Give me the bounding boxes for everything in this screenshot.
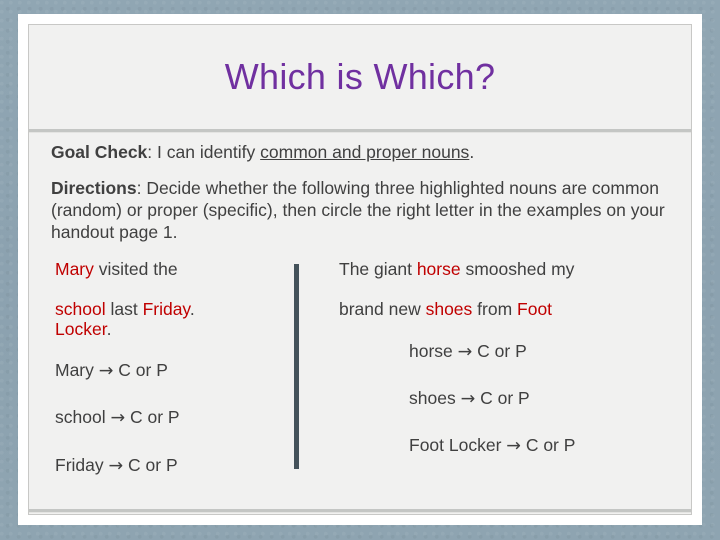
slide-background-mat: Which is Which? Goal Check: I can identi…: [0, 0, 720, 540]
highlighted-noun: horse: [416, 259, 461, 280]
sentence-text: .: [106, 318, 112, 339]
highlighted-noun: shoes: [425, 299, 473, 319]
page-title: Which is Which?: [224, 56, 496, 97]
answer-line: Mary → C or P: [55, 361, 287, 381]
answer-choices: C or P: [520, 435, 576, 456]
right-arrow-icon: →: [460, 388, 476, 409]
answer-choices: C or P: [475, 387, 530, 408]
answer-choices: C or P: [472, 340, 527, 361]
left-answer-list: Mary → C or Pschool → C or P Friday → C o…: [55, 361, 287, 476]
goal-check-underlined-term: common and proper nouns: [260, 142, 470, 162]
highlighted-noun: Mary: [55, 259, 94, 280]
answer-line: shoes → C or P: [339, 387, 711, 409]
answer-line: Friday → C or P: [55, 454, 287, 476]
answer-noun: horse: [409, 340, 458, 361]
answer-noun: Friday: [55, 454, 109, 475]
right-answer-list: horse → C or Pshoes → C or P Foot Locker …: [339, 340, 711, 457]
slide-content: Goal Check: I can identify common and pr…: [51, 141, 673, 475]
sentence-text: brand new: [339, 299, 426, 319]
slide-canvas: Which is Which? Goal Check: I can identi…: [29, 25, 691, 514]
example-column-left: Mary visited the school last Friday. Lock…: [55, 260, 287, 476]
answer-choices: C or P: [113, 360, 168, 381]
right-arrow-icon: →: [98, 361, 114, 382]
right-sentence-line-1: The giant horse smooshed my: [339, 260, 711, 280]
answer-noun: Foot Locker: [409, 435, 507, 456]
right-arrow-icon: →: [457, 341, 473, 362]
goal-check-paragraph: Goal Check: I can identify common and pr…: [51, 141, 673, 164]
title-zone: Which is Which?: [29, 25, 691, 129]
left-sentence-line-1: Mary visited the: [55, 260, 287, 280]
left-sentence-line-2: school last Friday.: [55, 299, 195, 319]
slide-keyline-border: Which is Which? Goal Check: I can identi…: [28, 24, 692, 515]
goal-check-end: .: [469, 142, 475, 162]
answer-choices: C or P: [123, 454, 178, 475]
right-arrow-icon: →: [506, 436, 521, 457]
directions-label: Directions: [51, 177, 137, 198]
sentence-text: last: [105, 299, 143, 319]
answer-noun: school: [55, 407, 111, 428]
goal-check-lead: I can identify: [157, 142, 261, 162]
directions-colon: :: [136, 177, 147, 198]
answer-noun: shoes: [409, 387, 461, 408]
answer-noun: Mary: [55, 360, 99, 381]
answer-line: school → C or P: [55, 408, 287, 428]
sentence-text: visited the: [93, 259, 178, 280]
left-sentence-line-3: Locker.: [55, 319, 111, 339]
right-sentence-line-2: brand new shoes from Foot: [339, 299, 711, 320]
right-arrow-icon: →: [108, 455, 124, 476]
sentence-text: from: [472, 299, 518, 319]
goal-check-label: Goal Check: [51, 142, 148, 162]
answer-choices: C or P: [125, 407, 180, 428]
sentence-text: smooshed my: [460, 259, 575, 280]
sentence-text: .: [189, 299, 195, 319]
answer-line: Foot Locker → C or P: [339, 435, 711, 457]
highlighted-noun: school: [55, 299, 106, 319]
sentence-text: The giant: [339, 259, 417, 280]
left-sentence-line-2-3: school last Friday. Locker.: [55, 299, 287, 339]
footer-divider-rule: [29, 509, 691, 513]
slide-white-frame: Which is Which? Goal Check: I can identi…: [18, 14, 702, 525]
highlighted-noun: Friday: [142, 299, 190, 319]
goal-check-colon: :: [147, 142, 158, 162]
directions-paragraph: Directions: Decide whether the following…: [51, 177, 673, 244]
highlighted-noun: Foot: [517, 299, 553, 319]
highlighted-noun: Locker: [55, 318, 107, 339]
answer-line: horse → C or P: [339, 340, 711, 362]
right-arrow-icon: →: [110, 408, 126, 429]
title-divider-rule: [29, 129, 691, 133]
column-divider: [294, 264, 299, 470]
example-column-right: The giant horse smooshed my brand new sh…: [339, 260, 711, 456]
